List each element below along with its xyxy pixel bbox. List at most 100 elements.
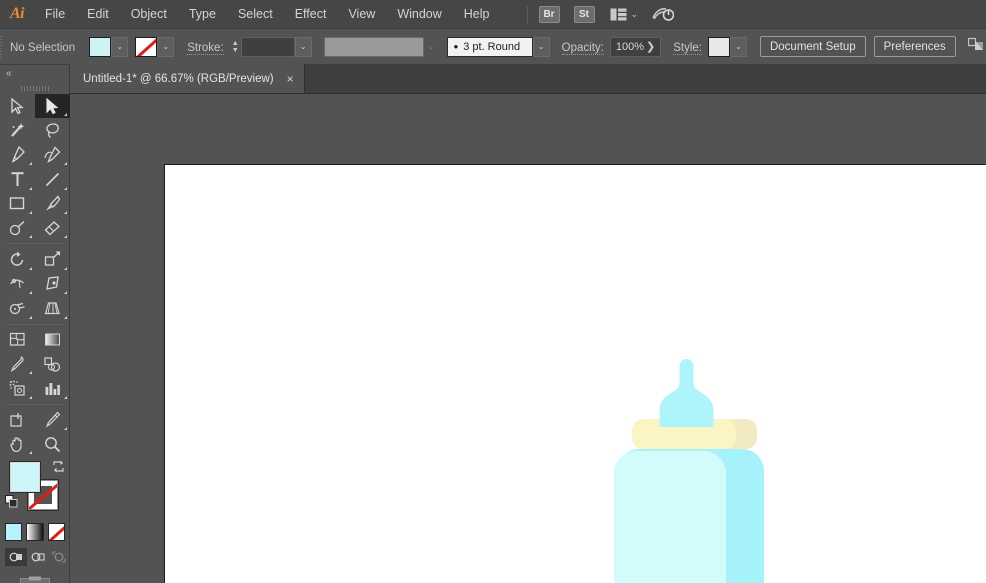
menu-effect[interactable]: Effect [284,0,338,29]
color-controls [0,459,70,521]
color-mode-buttons [0,523,70,543]
menu-divider [526,5,528,23]
gradient-button[interactable] [26,523,44,542]
tools-panel: « [0,65,70,583]
brush-definition-dropdown[interactable]: • 3 pt. Round [446,36,533,57]
scale-tool[interactable] [35,247,70,271]
graphic-style-arrow[interactable]: ⌄ [729,36,747,57]
brush-definition-arrow[interactable]: ⌄ [532,36,550,57]
eyedropper-tool[interactable] [0,352,35,376]
stroke-weight-dropdown-arrow[interactable]: ⌄ [294,36,312,57]
type-tool[interactable] [0,167,35,191]
selection-status-label: No Selection [10,41,76,54]
magic-wand-tool[interactable] [0,118,35,142]
baby-bottle-illustration[interactable] [613,359,773,583]
shape-builder-tool[interactable] [0,296,35,320]
menu-window[interactable]: Window [386,0,452,29]
document-tab-title: Untitled-1* @ 66.67% (RGB/Preview) [83,72,274,85]
tool-grid [0,94,70,456]
gradient-tool[interactable] [35,328,70,352]
rectangle-tool[interactable] [0,192,35,216]
variable-width-profile-arrow[interactable]: ⌄ [424,37,439,57]
opacity-label[interactable]: Opacity: [561,41,604,55]
menu-select[interactable]: Select [227,0,284,29]
artboard[interactable] [164,164,986,583]
change-screen-mode-button[interactable] [0,576,70,583]
align-objects-icon[interactable] [967,37,985,57]
menu-view[interactable]: View [337,0,386,29]
zoom-tool[interactable] [35,432,70,456]
workspace-switcher-icon[interactable] [652,6,675,23]
variable-width-profile-dropdown[interactable] [323,36,424,57]
stroke-dropdown-arrow[interactable]: ⌄ [157,36,175,57]
selection-tool[interactable] [0,94,35,118]
draw-inside-button[interactable] [48,548,70,566]
document-tab-bar: Untitled-1* @ 66.67% (RGB/Preview) × [70,64,986,94]
bottle-body [614,451,726,583]
control-bar: No Selection ⌄ ⌄ Stroke: ▲ ▼ ⌄ ⌄ • 3 pt.… [0,29,986,65]
brush-dot-icon: • [453,38,459,54]
opacity-value: 100% [615,40,644,53]
none-button[interactable] [47,523,65,542]
free-transform-tool[interactable] [35,272,70,296]
drawing-mode-buttons [0,548,70,568]
paintbrush-tool[interactable] [35,192,70,216]
lasso-tool[interactable] [35,118,70,142]
menu-file[interactable]: File [34,0,76,29]
canvas-area[interactable] [70,94,986,583]
artboard-tool[interactable] [0,408,35,432]
document-setup-button[interactable]: Document Setup [759,36,866,57]
rotate-tool[interactable] [0,247,35,271]
tools-panel-grip[interactable] [0,82,69,94]
brush-definition-label: 3 pt. Round [463,40,521,53]
stepper-down-icon: ▼ [231,46,239,54]
color-button[interactable] [5,523,23,542]
collapse-panel-button[interactable]: « [0,65,69,82]
graphic-style-swatch[interactable] [707,36,730,57]
menu-object[interactable]: Object [120,0,178,29]
opacity-input[interactable]: 100% ❯ [609,36,662,57]
symbol-sprayer-tool[interactable] [0,376,35,400]
opacity-expand-icon[interactable]: ❯ [646,40,655,53]
fill-color-box[interactable] [10,462,40,493]
menu-bar: Ai File Edit Object Type Select Effect V… [0,0,986,29]
pen-tool[interactable] [0,143,35,167]
draw-normal-button[interactable] [5,548,27,567]
draw-behind-button[interactable] [27,548,49,566]
close-icon[interactable]: × [287,73,294,85]
menu-type[interactable]: Type [178,0,227,29]
fill-color-swatch[interactable] [89,36,112,57]
stroke-color-swatch[interactable] [135,36,158,57]
curvature-tool[interactable] [35,143,70,167]
menu-help[interactable]: Help [453,0,501,29]
bridge-button[interactable]: Br [538,5,560,23]
width-tool[interactable] [0,272,35,296]
perspective-grid-tool[interactable] [35,296,70,320]
mesh-tool[interactable] [0,328,35,352]
stroke-weight-input[interactable] [240,36,295,57]
stroke-weight-label[interactable]: Stroke: [187,41,224,55]
fill-dropdown-arrow[interactable]: ⌄ [111,36,129,57]
eraser-tool[interactable] [35,216,70,240]
hand-tool[interactable] [0,432,35,456]
direct-selection-tool[interactable] [35,94,70,119]
preferences-button[interactable]: Preferences [873,36,956,57]
slice-tool[interactable] [35,408,70,432]
stock-button[interactable]: St [573,5,595,23]
arrange-documents-icon[interactable]: ⌄ [610,8,639,21]
menu-edit[interactable]: Edit [76,0,120,29]
stepper-up-icon: ▲ [231,39,239,47]
document-tab[interactable]: Untitled-1* @ 66.67% (RGB/Preview) × [70,64,305,93]
style-label: Style: [673,41,702,55]
default-fill-stroke-icon[interactable] [5,495,18,513]
column-graph-tool[interactable] [35,376,70,400]
swap-fill-stroke-icon[interactable] [52,460,65,476]
chevron-down-icon: ⌄ [630,8,639,19]
line-segment-tool[interactable] [35,167,70,191]
illustrator-window: Ai File Edit Object Type Select Effect V… [0,0,986,583]
shaper-tool[interactable] [0,216,35,240]
stroke-weight-stepper[interactable]: ▲ ▼ [230,37,241,57]
app-logo-icon: Ai [9,5,25,22]
blend-tool[interactable] [35,352,70,376]
bottle-teat [659,359,714,427]
